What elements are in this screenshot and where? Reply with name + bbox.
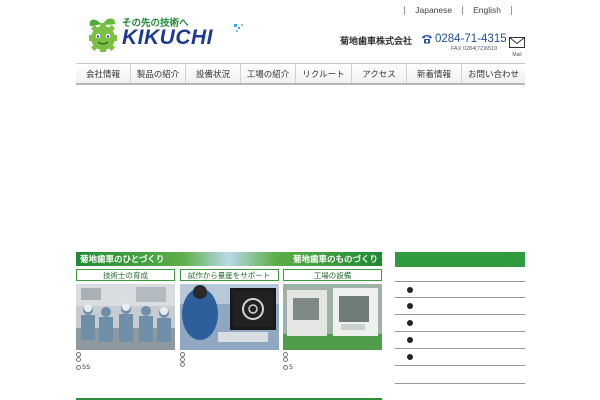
fax-number: FAX 0284(72)6519 bbox=[451, 46, 498, 52]
bullet-icon bbox=[407, 286, 413, 293]
phone-number-text: 0284-71-4315 bbox=[435, 33, 507, 45]
training-photo[interactable] bbox=[76, 284, 175, 350]
news-list bbox=[395, 281, 525, 366]
logo-wordmark: KIKUCHI bbox=[122, 26, 213, 49]
cad-photo[interactable] bbox=[179, 284, 279, 350]
site-logo[interactable]: その先の技術へ KIKUCHI bbox=[84, 14, 244, 54]
company-name: 菊地歯車株式会社 bbox=[340, 37, 413, 47]
gear-mascot-icon bbox=[89, 18, 117, 52]
sidebar-header bbox=[395, 252, 525, 267]
list-item[interactable] bbox=[395, 281, 525, 298]
banner-manufacturing-title: 菊地歯車のものづくり bbox=[292, 255, 378, 265]
language-selector: Japanese English bbox=[404, 4, 522, 16]
divider bbox=[395, 383, 525, 384]
divider bbox=[404, 5, 406, 15]
divider bbox=[511, 5, 512, 15]
bullet-icon bbox=[407, 354, 413, 360]
nav-item-contact[interactable]: お問い合わせ bbox=[461, 64, 525, 83]
sparkle-icon bbox=[234, 24, 243, 32]
card-engineer-training[interactable]: 技術士の育成 SS bbox=[76, 269, 175, 372]
list-item[interactable] bbox=[395, 315, 525, 332]
list-item[interactable] bbox=[395, 332, 525, 349]
card-label[interactable]: 工場の設備 bbox=[283, 269, 382, 281]
nav-item-company-info[interactable]: 会社情報 bbox=[76, 64, 130, 83]
list-item[interactable]: 5 bbox=[283, 362, 382, 372]
card-label[interactable]: 試作から量産をサポート bbox=[179, 269, 279, 281]
radio-icon bbox=[76, 357, 81, 362]
divider bbox=[462, 5, 464, 15]
list-item[interactable] bbox=[179, 362, 279, 367]
cad-photo-image bbox=[179, 284, 279, 350]
card-factory-equipment[interactable]: 工場の設備 5 bbox=[283, 269, 382, 372]
nav-item-access[interactable]: アクセス bbox=[351, 64, 406, 83]
banner-people-title: 菊地歯車のひとづくり bbox=[80, 255, 165, 265]
bullet-icon bbox=[407, 303, 413, 309]
telephone-icon bbox=[422, 35, 432, 44]
radio-icon bbox=[76, 364, 81, 370]
language-english-link[interactable]: English bbox=[473, 5, 501, 15]
bullet-icon bbox=[407, 337, 413, 343]
radio-icon bbox=[179, 362, 185, 367]
bullet-icon bbox=[407, 320, 413, 326]
feature-cards: 技術士の育成 SS 試作から量産をサポート 工場の設備 5 bbox=[76, 269, 382, 372]
main-navigation: 会社情報 製品の紹介 設備状況 工場の紹介 リクルート アクセス 新着情報 お問… bbox=[76, 63, 525, 85]
nav-item-recruit[interactable]: リクルート bbox=[295, 64, 351, 83]
machine-photo[interactable] bbox=[283, 284, 382, 350]
mail-link[interactable]: Mail bbox=[508, 33, 526, 58]
list-item[interactable] bbox=[395, 298, 525, 315]
section-banner: 菊地歯車のひとづくり 菊地歯車のものづくり bbox=[76, 252, 382, 266]
card-links bbox=[179, 352, 279, 367]
language-japanese-link[interactable]: Japanese bbox=[415, 5, 452, 15]
nav-item-products[interactable]: 製品の紹介 bbox=[130, 64, 185, 83]
card-label[interactable]: 技術士の育成 bbox=[76, 269, 175, 281]
phone-number[interactable]: 0284-71-4315 bbox=[421, 33, 507, 45]
training-photo-image bbox=[76, 284, 175, 350]
card-links: SS bbox=[76, 352, 175, 372]
nav-item-factory[interactable]: 工場の紹介 bbox=[240, 64, 295, 83]
machine-photo-image bbox=[283, 284, 382, 350]
card-links: 5 bbox=[283, 352, 382, 372]
envelope-icon bbox=[509, 37, 525, 48]
card-prototype-support[interactable]: 試作から量産をサポート bbox=[179, 269, 279, 372]
list-item[interactable] bbox=[395, 349, 525, 366]
nav-item-equipment[interactable]: 設備状況 bbox=[185, 64, 240, 83]
radio-icon bbox=[283, 364, 288, 370]
nav-item-news[interactable]: 新着情報 bbox=[406, 64, 461, 83]
list-item[interactable]: SS bbox=[76, 362, 175, 372]
mail-label: Mail bbox=[512, 52, 522, 58]
radio-icon bbox=[283, 357, 288, 362]
